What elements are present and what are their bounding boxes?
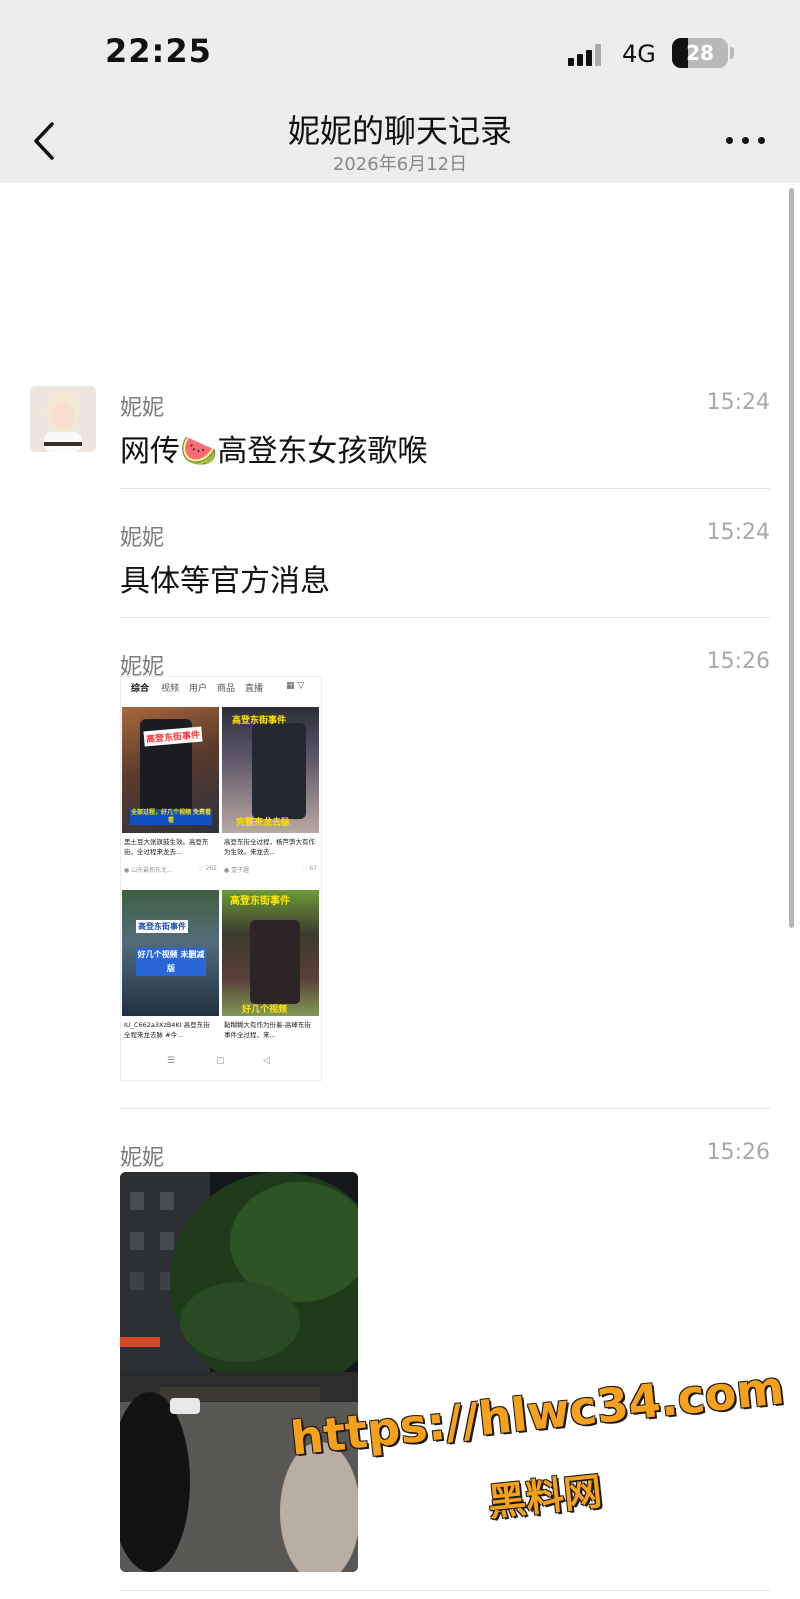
message-text: 网传🍉高登东女孩歌喉: [120, 426, 427, 470]
avatar[interactable]: [30, 386, 96, 452]
card-thumbnail: 高登东街事件 全部过程，好几个视频 免费看看: [122, 707, 219, 833]
card-overlay-title: 高登东街事件: [230, 896, 290, 907]
divider: [120, 1590, 770, 1591]
tab-goods: 商品: [217, 684, 236, 694]
page-title: 妮妮的聊天记录: [287, 112, 512, 150]
network-type: 4G: [622, 40, 656, 68]
message-item: 妮妮 15:26: [0, 1136, 800, 1176]
more-icon-dot: [758, 137, 765, 144]
card-author: ● 山东最新东北…: [124, 867, 174, 874]
message-item: 妮妮 15:24 网传🍉高登东女孩歌喉: [0, 386, 800, 488]
tab-video: 视频: [161, 684, 180, 694]
message-time: 15:26: [706, 649, 770, 674]
sender-name: 妮妮: [120, 526, 165, 551]
card-overlay-sub: 完整来龙去脉: [236, 818, 291, 828]
phone-nav-bar: ☰ ▢ ◁: [121, 1056, 321, 1070]
card-caption: IU_C662a3XzB4KI 高登东街 全程来龙去脉 #今...: [124, 1021, 210, 1039]
card-overlay-title: 高登东街事件: [232, 716, 287, 726]
page-subtitle: 2026年6月12日: [332, 154, 468, 175]
divider: [120, 617, 770, 618]
tab-live: 直播: [245, 684, 264, 694]
navigation-header: 22:25 4G 28 妮妮的聊天记录 2026年6月12日: [0, 0, 800, 183]
message-text-part: 高登东女孩歌喉: [217, 434, 428, 469]
card-overlay-sub: 好几个视频 未删减版: [136, 948, 206, 976]
card-caption: 黏糊糊大有作为份着-高峰东街事件全过程，来...: [224, 1021, 311, 1039]
menu-icon: ☰: [167, 1056, 176, 1066]
signal-icon: [568, 42, 608, 66]
message-time: 15:24: [706, 390, 770, 415]
message-item: 妮妮 15:24 具体等官方消息: [0, 516, 800, 616]
avatar-image: [30, 386, 96, 452]
image-message-photo[interactable]: [120, 1172, 358, 1572]
battery-icon: 28: [672, 38, 728, 68]
card-caption: 高登东街全过程，杨芦笋大有作为生效。来龙去...: [224, 838, 315, 856]
back-icon: ◁: [263, 1056, 270, 1066]
divider: [120, 1108, 770, 1109]
message-text-part: 网传: [120, 434, 180, 469]
watermark-name: 黑料网: [485, 1469, 604, 1525]
card-thumbnail: 高登东街事件 好几个视频: [222, 890, 319, 1016]
street-night-photo: [120, 1172, 358, 1572]
card-thumbnail: 高登东街事件 完整来龙去脉: [222, 707, 319, 833]
more-button[interactable]: [724, 130, 768, 150]
home-icon: ▢: [216, 1056, 225, 1066]
card-likes: ♡ 262: [198, 865, 217, 872]
card-author: ● 壹子趣: [224, 867, 250, 874]
watermark-url: https://hlwc34.com: [288, 1360, 787, 1466]
more-icon: [726, 137, 733, 144]
sender-name: 妮妮: [120, 396, 165, 421]
card-likes: ♡ 67: [302, 865, 317, 872]
card-overlay-sub: 好几个视频: [242, 1005, 288, 1015]
battery-cap: [730, 47, 734, 59]
status-time: 22:25: [105, 32, 212, 70]
card-thumbnail: 高登东街事件 好几个视频 未删减版: [122, 890, 219, 1016]
tab-all: 综合: [131, 684, 150, 694]
card-caption: 黑土豆大张旗鼓生效。高登东街，全过程来龙去...: [124, 838, 209, 856]
watermelon-icon: 🍉: [180, 434, 218, 469]
card-overlay-title: 高登东街事件: [136, 920, 188, 933]
divider: [120, 488, 770, 489]
sender-name: 妮妮: [120, 1146, 165, 1171]
tab-user: 用户: [189, 684, 208, 694]
message-time: 15:24: [706, 520, 770, 545]
message-text: 具体等官方消息: [120, 564, 330, 599]
image-message-screenshot[interactable]: 综合 视频 用户 商品 直播 ▦ ▽ 高登东街事件 全部过程，好几个视频 免费看…: [120, 676, 322, 1081]
message-time: 15:26: [706, 1140, 770, 1165]
card-overlay-sub: 全部过程，好几个视频 免费看看: [130, 809, 212, 825]
filter-icon: ▦ ▽: [286, 681, 305, 691]
battery-level: 28: [686, 41, 714, 65]
more-icon-dot: [742, 137, 749, 144]
